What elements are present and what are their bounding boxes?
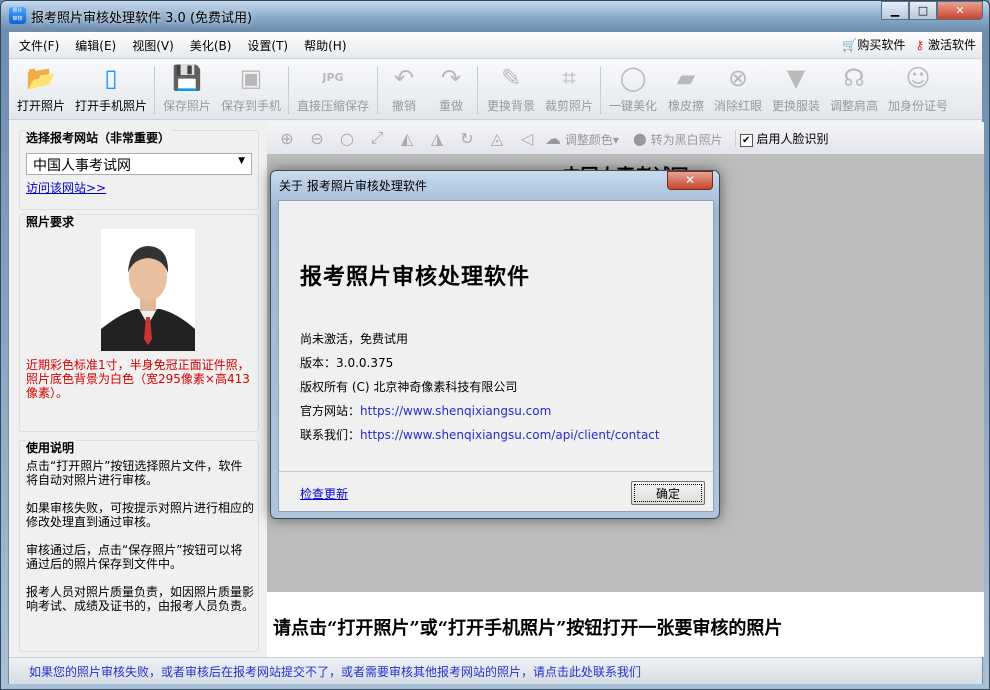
usage-paragraph: 报考人员对照片质量负责，如因照片质量影响考试、成绩及证书的，由报考人员负责。 [26,585,255,613]
menu-bar: 文件(F) 编辑(E) 视图(V) 美化(B) 设置(T) 帮助(H) 🛒购买软… [9,32,982,59]
requirement-title: 照片要求 [26,213,77,230]
crop-photo-button[interactable]: ⌗ 裁剪照片 [543,62,595,114]
change-clothes-button[interactable]: ▼ 更换服装 [770,62,822,114]
color-circles-icon: ☁ [545,128,561,148]
site-group-title: 选择报考网站（非常重要） [26,129,173,146]
left-panel: 选择报考网站（非常重要） 中国人事考试网 ▼ 访问该网站>> 照片要求 近期彩色… [19,122,259,652]
activate-button[interactable]: ⚷ 激活软件 [915,36,976,53]
refresh-icon[interactable]: ↻ [455,129,479,148]
minimize-button[interactable]: ▁ [881,1,909,20]
fullscreen-icon[interactable]: ⤢ [365,128,389,148]
flip-vertical-icon[interactable]: ◁ [515,129,539,148]
sample-photo [101,229,195,351]
close-button[interactable]: ✕ [937,1,983,20]
person-icon: ● [632,128,647,148]
open-phone-photo-button[interactable]: ▯ 打开手机照片 [73,62,149,114]
menu-beautify[interactable]: 美化(B) [190,37,232,54]
save-phone-icon: ▣ [239,64,263,92]
crop-icon: ⌗ [562,64,576,92]
key-icon: ⚷ [915,38,925,52]
title-bar: 照片 审核 报考照片审核处理软件 3.0 (免费试用) ▁ □ ✕ [1,1,989,31]
save-photo-button[interactable]: 💾 保存照片 [161,62,213,114]
brush-icon: ✎ [500,64,522,92]
usage-paragraph: 如果审核失败，可按提示对照片进行相应的修改处理直到通过审核。 [26,501,255,529]
one-click-beautify-button[interactable]: ◯ 一键美化 [607,62,659,114]
undo-icon: ↶ [393,64,415,92]
grayscale-button[interactable]: ● 转为黑白照片 [633,129,723,148]
contact-link[interactable]: https://www.shenqixiangsu.com/api/client… [360,428,660,442]
eraser-icon: ▰ [676,64,696,92]
person-id-icon: ☺ [905,64,931,92]
adjust-color-button[interactable]: ☁ 调整颜色▾ [545,129,619,148]
trial-status: 尚未激活，免费试用 [300,332,409,346]
save-to-phone-button[interactable]: ▣ 保存到手机 [219,62,283,114]
rotate-right-icon[interactable]: ◮ [425,129,449,148]
checkbox-checked-icon: ✔ [739,133,753,147]
menu-help[interactable]: 帮助(H) [304,37,346,54]
main-toolbar: 📂 打开照片 ▯ 打开手机照片 💾 保存照片 ▣ 保存到手机 JPG 直接压缩保存 ↶ 撤销… [9,60,982,120]
redo-icon: ↷ [440,64,462,92]
image-toolbar: ⊕ ⊖ ○ ⤢ ◭ ◮ ↻ ◬ ◁ ☁ 调整颜色▾ ● 转为黑白照片 ✔ 启用人… [267,122,984,154]
save-icon: 💾 [172,64,202,92]
check-update-link[interactable]: 检查更新 [300,485,348,502]
product-name: 报考照片审核处理软件 [300,264,531,290]
maximize-button[interactable]: □ [909,1,937,20]
requirement-text: 近期彩色标准1寸，半身免冠正面证件照，照片底色背景为白色（宽295像素×高413… [26,358,250,400]
phone-icon: ▯ [104,64,118,92]
copyright: 版权所有 (C) 北京神奇像素科技有限公司 [300,380,518,394]
ok-button[interactable]: 确定 [631,481,705,505]
chevron-down-icon: ▼ [238,156,245,166]
ring-icon: ◯ [619,64,647,92]
eraser-button[interactable]: ▰ 橡皮擦 [665,62,707,114]
remove-red-eye-button[interactable]: ⊗ 消除红眼 [712,62,764,114]
open-photo-hint: 请点击“打开照片”或“打开手机照片”按钮打开一张要审核的照片 [267,592,984,657]
shoulder-icon: ☊ [843,64,865,92]
adjust-shoulder-button[interactable]: ☊ 调整肩高 [828,62,880,114]
zoom-in-icon[interactable]: ⊕ [275,129,299,148]
window-title: 报考照片审核处理软件 3.0 (免费试用) [31,11,253,26]
open-folder-icon: 📂 [26,64,56,92]
zoom-fit-icon[interactable]: ○ [335,129,359,148]
usage-paragraph: 点击“打开照片”按钮选择照片文件，软件将自动对照片进行审核。 [26,459,243,487]
menu-view[interactable]: 视图(V) [132,37,174,54]
face-detect-checkbox[interactable]: ✔ 启用人脸识别 [734,129,829,147]
app-icon: 照片 审核 [9,7,26,24]
red-eye-icon: ⊗ [727,64,749,92]
change-background-button[interactable]: ✎ 更换背景 [485,62,537,114]
zoom-out-icon[interactable]: ⊖ [305,129,329,148]
redo-button[interactable]: ↷ 重做 [434,62,468,114]
site-select[interactable]: 中国人事考试网 ▼ [26,153,252,175]
website-link[interactable]: https://www.shenqixiangsu.com [360,404,551,418]
version-number: 3.0.0.375 [336,356,394,370]
flip-horizontal-icon[interactable]: ◬ [485,129,509,148]
menu-file[interactable]: 文件(F) [19,37,59,54]
cart-icon: 🛒 [842,38,858,52]
rotate-left-icon[interactable]: ◭ [395,129,419,148]
usage-paragraph: 审核通过后，点击“保存照片”按钮可以将通过后的照片保存到文件中。 [26,543,243,571]
suit-icon: ▼ [786,64,806,92]
open-photo-button[interactable]: 📂 打开照片 [13,62,69,114]
undo-button[interactable]: ↶ 撤销 [387,62,421,114]
photo-requirement-group: 照片要求 近期彩色标准1寸，半身免冠正面证件照，照片底色背景为白色（宽295像素… [19,213,259,432]
about-dialog: 关于 报考照片审核处理软件 ✕ 报考照片审核处理软件 尚未激活，免费试用 版本：… [270,170,720,519]
usage-group: 使用说明 点击“打开照片”按钮选择照片文件，软件将自动对照片进行审核。 如果审核… [19,439,259,652]
menu-edit[interactable]: 编辑(E) [75,37,116,54]
jpg-file-icon: JPG [322,71,344,84]
usage-title: 使用说明 [26,439,77,456]
dialog-title: 关于 报考照片审核处理软件 [279,179,427,193]
menu-settings[interactable]: 设置(T) [247,37,288,54]
site-group: 选择报考网站（非常重要） 中国人事考试网 ▼ 访问该网站>> [19,129,259,210]
compress-save-button[interactable]: JPG 直接压缩保存 [295,62,371,114]
dialog-close-button[interactable]: ✕ [667,171,713,190]
visit-site-link[interactable]: 访问该网站>> [26,179,106,196]
contact-status-link[interactable]: 如果您的照片审核失败，或者审核后在报考网站提交不了，或者需要审核其他报考网站的照… [9,657,982,684]
buy-button[interactable]: 🛒购买软件 [842,36,905,53]
add-id-number-button[interactable]: ☺ 加身份证号 [886,62,950,114]
